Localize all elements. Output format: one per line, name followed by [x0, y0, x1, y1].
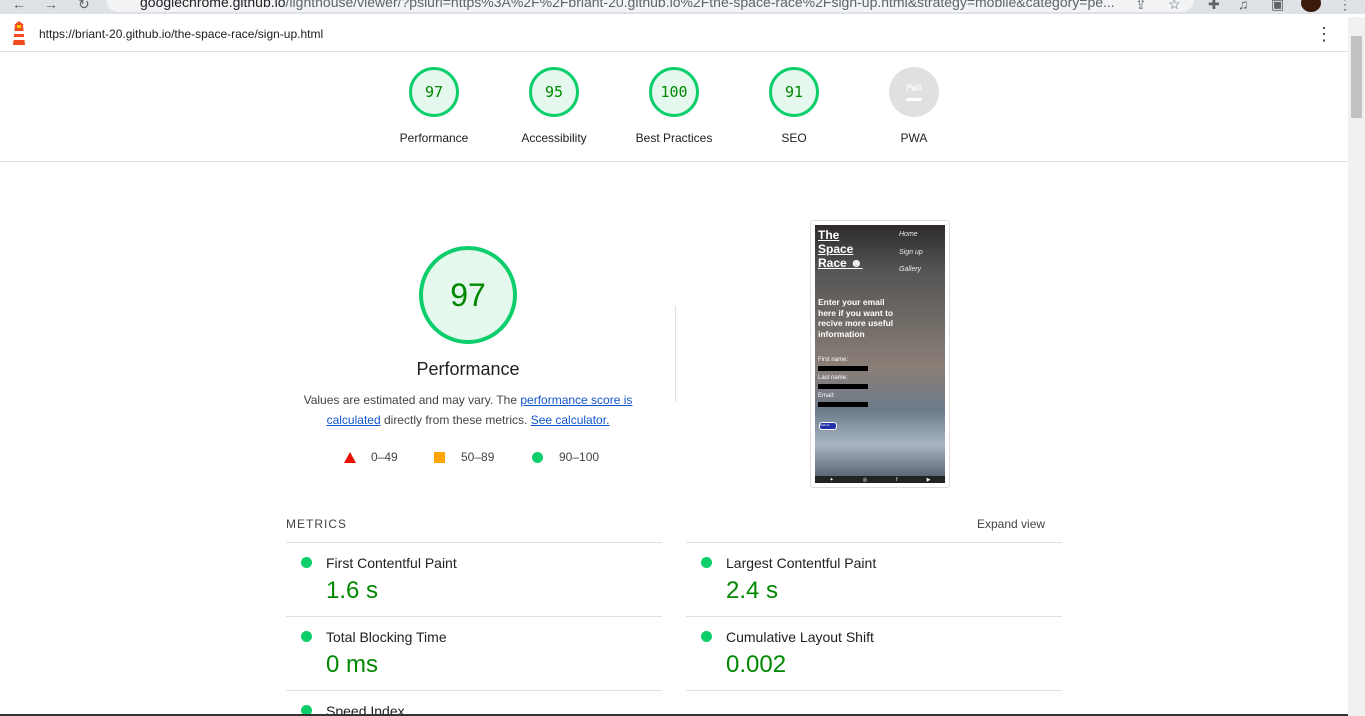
- share-icon[interactable]: ⇪: [1135, 0, 1147, 13]
- gauge-score: 100: [649, 67, 699, 117]
- gauge-label: Accessibility: [521, 131, 587, 145]
- scrollbar-thumb[interactable]: [1351, 36, 1362, 118]
- site-nav-gallery: Gallery: [899, 266, 922, 273]
- profile-avatar[interactable]: [1301, 0, 1321, 12]
- pwa-badge-icon: PWA: [889, 67, 939, 117]
- gauge-label: PWA: [900, 131, 928, 145]
- gauge-label: Performance: [399, 131, 469, 145]
- metric-name: Largest Contentful Paint: [726, 555, 877, 571]
- legend-pass: 90–100: [532, 450, 599, 464]
- gauge-seo[interactable]: 91 SEO: [734, 67, 854, 145]
- browser-toolbar: ← → ↻ googlechrome.github.io/lighthouse/…: [0, 0, 1365, 14]
- average-square-icon: [434, 451, 445, 463]
- site-nav-home: Home: [899, 231, 918, 238]
- metric-value: 2.4 s: [726, 577, 779, 604]
- gauge-best-practices[interactable]: 100 Best Practices: [614, 67, 734, 145]
- tools-menu-icon[interactable]: ⋮: [1315, 24, 1333, 45]
- metric-divider: [686, 690, 1062, 715]
- site-title: The Space Race ☻: [818, 228, 863, 270]
- legend-average: 50–89: [434, 450, 494, 464]
- metric-name: Total Blocking Time: [326, 629, 447, 645]
- site-nav-signup: Sign up: [899, 249, 923, 256]
- section-divider: [675, 306, 676, 402]
- gauge-label: Best Practices: [635, 131, 713, 145]
- site-submit-button: Submit: [819, 422, 837, 430]
- site-heading: Enter your email here if you want to rec…: [818, 297, 894, 339]
- report-url: https://briant-20.github.io/the-space-ra…: [39, 27, 324, 41]
- pass-circle-icon: [532, 451, 543, 463]
- gauge-accessibility[interactable]: 95 Accessibility: [494, 67, 614, 145]
- lighthouse-logo-icon: [13, 21, 25, 45]
- expand-view-toggle[interactable]: Expand view: [977, 517, 1045, 531]
- metrics-header: METRICS: [286, 517, 347, 531]
- media-icon[interactable]: ♫: [1238, 0, 1249, 12]
- gauge-score: 91: [769, 67, 819, 117]
- metric-value: 1.6 s: [326, 577, 379, 604]
- metric-value: 0.002: [726, 651, 787, 678]
- legend-fail: 0–49: [344, 450, 398, 464]
- performance-title: Performance: [416, 359, 520, 379]
- site-field-first: [818, 366, 868, 371]
- header-divider: [0, 161, 1348, 162]
- fail-triangle-icon: [344, 451, 356, 463]
- metric-name: First Contentful Paint: [326, 555, 457, 571]
- site-label-email: Email:: [818, 393, 835, 399]
- pass-circle-icon: [701, 557, 712, 568]
- forward-icon[interactable]: →: [44, 0, 58, 12]
- metric-cls: Cumulative Layout Shift 0.002: [686, 616, 1062, 691]
- back-icon[interactable]: ←: [12, 0, 26, 12]
- metric-value: 0 ms: [326, 651, 379, 678]
- facebook-icon: f: [896, 476, 898, 483]
- gauge-score: 97: [409, 67, 459, 117]
- screenshot-image: The Space Race ☻ Home Sign up Gallery En…: [815, 225, 945, 483]
- gauge-label: SEO: [781, 131, 807, 145]
- metric-lcp: Largest Contentful Paint 2.4 s: [686, 542, 1062, 617]
- site-footer: ✦ ◎ f ▶: [815, 476, 945, 483]
- twitter-icon: ✦: [829, 476, 834, 483]
- youtube-icon: ▶: [926, 476, 931, 483]
- menu-icon[interactable]: ⋮: [1338, 0, 1352, 13]
- gauge-performance[interactable]: 97 Performance: [374, 67, 494, 145]
- pass-circle-icon: [701, 631, 712, 642]
- site-field-email: [818, 402, 868, 407]
- see-calculator-link[interactable]: See calculator.: [531, 413, 610, 427]
- pass-circle-icon: [301, 557, 312, 568]
- extensions-icon[interactable]: ✚: [1208, 0, 1220, 13]
- site-label-first: First name:: [818, 357, 849, 363]
- report-topbar: https://briant-20.github.io/the-space-ra…: [0, 17, 1348, 52]
- instagram-icon: ◎: [862, 476, 868, 483]
- reload-icon[interactable]: ↻: [78, 0, 90, 13]
- metric-fcp: First Contentful Paint 1.6 s: [286, 542, 662, 617]
- pass-circle-icon: [301, 631, 312, 642]
- metric-speed-index: Speed Index: [286, 690, 662, 715]
- metric-tbt: Total Blocking Time 0 ms: [286, 616, 662, 691]
- scrollbar[interactable]: [1348, 17, 1365, 716]
- site-field-last: [818, 384, 868, 389]
- final-screenshot[interactable]: The Space Race ☻ Home Sign up Gallery En…: [810, 220, 950, 488]
- metric-name: Cumulative Layout Shift: [726, 629, 874, 645]
- side-panel-icon[interactable]: ▣: [1271, 0, 1284, 13]
- bookmark-star-icon[interactable]: ☆: [1168, 0, 1181, 13]
- site-label-last: Last name:: [818, 375, 848, 381]
- address-url[interactable]: googlechrome.github.io/lighthouse/viewer…: [140, 0, 1115, 10]
- gauge-score: 95: [529, 67, 579, 117]
- performance-score-gauge: 97: [419, 246, 517, 344]
- gauge-pwa[interactable]: PWA PWA: [854, 67, 974, 145]
- performance-description: Values are estimated and may vary. The p…: [303, 393, 633, 427]
- astronaut-icon: ☻: [850, 256, 863, 270]
